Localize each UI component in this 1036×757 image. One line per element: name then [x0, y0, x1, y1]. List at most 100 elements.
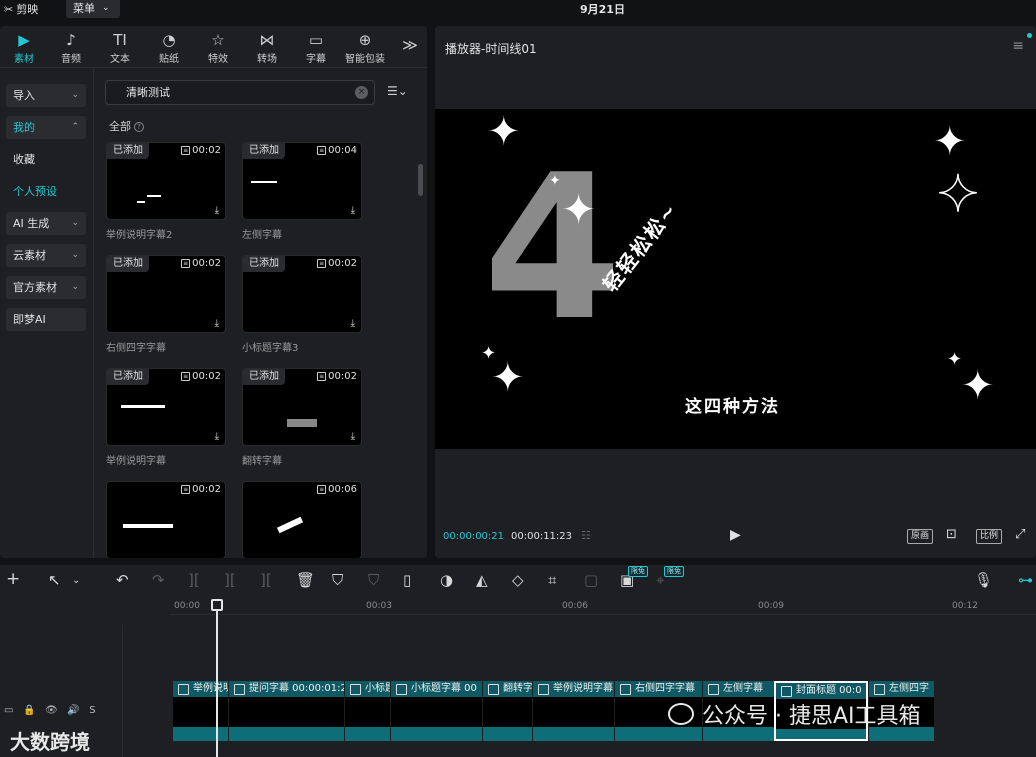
shield-icon[interactable]: ⛉ [368, 571, 379, 589]
link-icon[interactable]: ⊶ [1018, 571, 1033, 589]
duration: ≡ 00:06 [317, 484, 357, 495]
fullscreen-icon[interactable]: ⤢ [1015, 527, 1025, 542]
asset-card[interactable]: 已添加 ≡ 00:02 ⤓ 翻转字幕 [242, 368, 362, 467]
grid-icon[interactable]: ☷ [581, 529, 591, 542]
sidebar-item-label: 即梦AI [13, 313, 46, 326]
mirror-icon[interactable]: ◭ [476, 571, 488, 589]
sidebar-item-favorites[interactable]: 收藏 [6, 148, 86, 171]
asset-name: 举例说明字幕 [106, 456, 166, 467]
asset-thumbnail: ≡ 00:06 [242, 481, 362, 558]
asset-card[interactable]: ≡ 00:02 [106, 481, 226, 558]
asset-name: 翻转字幕 [242, 456, 282, 467]
tab-audio[interactable]: ♪ 音频 [47, 30, 95, 65]
original-quality-button[interactable]: 原画 [907, 529, 934, 544]
tab-text[interactable]: TI 文本 [96, 30, 144, 65]
video-canvas[interactable]: 4 轻轻松松~ 这四种方法 ✦ ✦ ✦ ✦ ✦ ✦ ✦ ✦ ✦ [435, 109, 1036, 449]
add-track-icon[interactable]: + [6, 569, 20, 589]
clip-label: 右侧四字字幕 [615, 681, 702, 697]
tick-label: 00:03 [366, 601, 392, 611]
clear-icon[interactable]: × [355, 86, 368, 99]
screen-icon[interactable]: ▢ [584, 571, 598, 589]
tab-effects[interactable]: ☆ 特效 [194, 30, 242, 65]
lock-icon[interactable]: 🔒 [23, 705, 35, 716]
ratio-button[interactable]: 比例 [976, 529, 1003, 544]
crop-icon[interactable]: ⌗ [548, 571, 556, 589]
select-cursor-icon[interactable]: ↖ [48, 571, 61, 589]
sidebar-item-cloud[interactable]: 云素材 ⌄ [6, 244, 86, 267]
more-tabs-icon[interactable]: ≫ [386, 36, 427, 54]
asset-thumbnail: 已添加 ≡ 00:02 ⤓ [106, 255, 226, 333]
rotate-icon[interactable]: ◇ [512, 571, 524, 589]
asset-card[interactable]: 已添加 ≡ 00:02 ⤓ 小标题字幕3 [242, 255, 362, 354]
asset-toolbar: ▶ 素材 ♪ 音频 TI 文本 ◔ 贴纸 ☆ 特效 ⋈ 转场 ▭ 字幕 ⊕ 智能 [0, 26, 427, 68]
effects-icon: ☆ [211, 31, 225, 49]
sidebar-item-jimeng[interactable]: 即梦AI [6, 308, 86, 331]
freeze-frame-icon[interactable]: ▯ [403, 571, 411, 589]
asset-card[interactable]: 已添加 ≡ 00:04 ⤓ 左侧字幕 [242, 142, 362, 241]
eye-icon[interactable]: 👁 [45, 705, 58, 716]
mark-icon[interactable]: ⛉ [332, 571, 343, 589]
duration: ≡ 00:04 [317, 145, 357, 156]
reverse-icon[interactable]: ◑ [440, 571, 453, 589]
tab-smart-package[interactable]: ⊕ 智能包装 [341, 30, 389, 65]
menu-icon[interactable]: ≡ [1012, 38, 1024, 54]
tab-media[interactable]: ▶ 素材 [0, 30, 48, 65]
clip-label: 举例说明字幕 [533, 681, 614, 697]
scrollbar-thumb[interactable] [418, 164, 423, 196]
playhead-handle[interactable] [211, 599, 223, 611]
tab-label: 字幕 [306, 54, 326, 65]
timeline-clip[interactable]: 举例说明字幕 [532, 681, 614, 741]
fit-frame-icon[interactable]: ⊡ [946, 527, 957, 542]
duration-text: 00:02 [328, 258, 357, 269]
track-s-label[interactable]: S [89, 705, 95, 716]
tab-subtitle[interactable]: ▭ 字幕 [292, 30, 340, 65]
download-icon[interactable]: ⤓ [215, 205, 219, 216]
sidebar-item-label: AI 生成 [13, 217, 50, 230]
cover-icon[interactable]: ▭ [4, 705, 13, 716]
search-input[interactable]: 清晰测试 × [105, 80, 375, 105]
timeline-clip[interactable]: 小标题字幕 00 [390, 681, 482, 741]
sidebar-item-presets[interactable]: 个人预设 [6, 180, 86, 203]
timeline-clip[interactable]: 举例说明 [172, 681, 228, 741]
split-left-icon[interactable]: ][ [224, 571, 236, 589]
delete-icon[interactable]: 🗑 [296, 571, 315, 589]
playhead-line[interactable] [216, 603, 218, 757]
chevron-down-icon[interactable]: ⌄ [72, 575, 80, 586]
undo-icon[interactable]: ↶ [116, 571, 129, 589]
download-icon[interactable]: ⤓ [351, 431, 355, 442]
sidebar-item-official[interactable]: 官方素材 ⌄ [6, 276, 86, 299]
clip-label: 提问字幕 00:00:01:2 [229, 681, 344, 697]
split-right-icon[interactable]: ][ [260, 571, 272, 589]
sidebar-item-label: 我的 [13, 121, 35, 134]
download-icon[interactable]: ⤓ [215, 318, 219, 329]
text-icon: TI [113, 31, 127, 49]
download-icon[interactable]: ⤓ [351, 318, 355, 329]
sort-icon[interactable]: ☰⌄ [387, 84, 408, 98]
sidebar-item-ai-generate[interactable]: AI 生成 ⌄ [6, 212, 86, 235]
asset-card[interactable]: ≡ 00:06 [242, 481, 362, 558]
asset-card[interactable]: 已添加 ≡ 00:02 ⤓ 举例说明字幕2 [106, 142, 226, 241]
asset-card[interactable]: 已添加 ≡ 00:02 ⤓ 右侧四字字幕 [106, 255, 226, 354]
timeline-clip[interactable]: 翻转字 [482, 681, 532, 741]
time-ruler[interactable]: 00:00 00:03 00:06 00:09 00:12 [170, 597, 1036, 615]
timeline-clip[interactable]: 小标题 [344, 681, 390, 741]
app-name: 剪映 [16, 3, 39, 16]
play-icon[interactable]: ▶ [730, 527, 741, 543]
filter-all[interactable]: 全部? [109, 118, 144, 134]
capcut-logo-icon: ✂ [4, 2, 14, 16]
download-icon[interactable]: ⤓ [215, 431, 219, 442]
asset-card[interactable]: 已添加 ≡ 00:02 ⤓ 举例说明字幕 [106, 368, 226, 467]
free-badge: 限免 [664, 566, 684, 577]
timeline-clip[interactable]: 提问字幕 00:00:01:2 [228, 681, 344, 741]
menu-button[interactable]: 菜单 ⌄ [66, 0, 120, 18]
tab-transition[interactable]: ⋈ 转场 [243, 30, 291, 65]
tab-sticker[interactable]: ◔ 贴纸 [145, 30, 193, 65]
download-icon[interactable]: ⤓ [351, 205, 355, 216]
microphone-icon[interactable]: 🎙 [974, 571, 993, 589]
redo-icon[interactable]: ↷ [152, 571, 165, 589]
sidebar-item-mine[interactable]: 我的 ⌃ [6, 116, 86, 139]
filter-label: 全部 [109, 120, 131, 133]
volume-icon[interactable]: 🔊 [67, 705, 79, 716]
split-icon[interactable]: ][ [188, 571, 200, 589]
sidebar-item-import[interactable]: 导入 ⌄ [6, 84, 86, 107]
